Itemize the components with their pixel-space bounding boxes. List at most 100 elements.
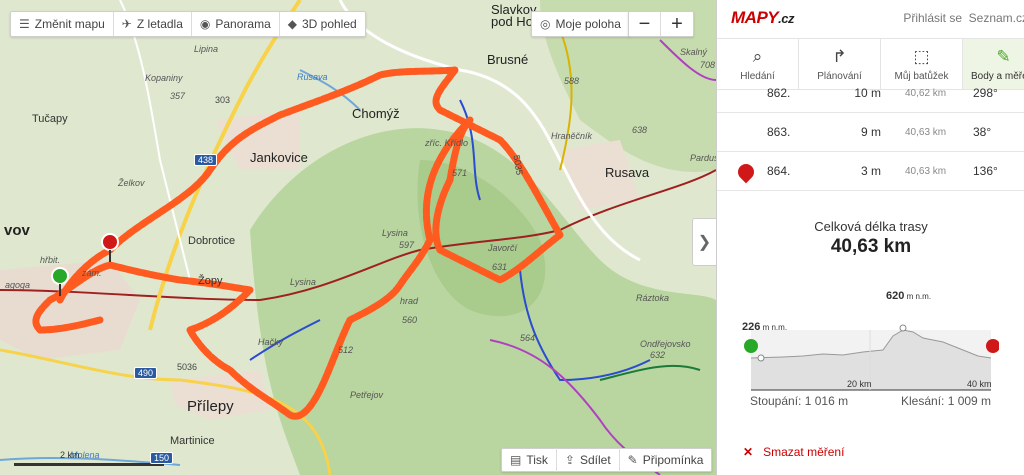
elevation-min-point <box>757 354 765 362</box>
change-map-button[interactable]: ☰ Změnit mapu <box>11 12 114 36</box>
row-total: 40,63 km <box>905 127 947 138</box>
printer-icon: ▤ <box>510 453 522 467</box>
road-white-west <box>119 0 191 281</box>
end-marker[interactable] <box>101 233 119 251</box>
row-distance: 9 m <box>860 125 881 139</box>
table-row[interactable]: 864. 3 m 40,63 km 136° <box>717 152 1024 191</box>
elevation-max-value: 620 <box>886 290 905 302</box>
height-357: 357 <box>170 91 186 101</box>
label-tucapy: Tučapy <box>32 113 68 125</box>
label-zric-kridlo: zříc. Křídlo <box>425 138 469 148</box>
ascent-value: Stoupání: 1 016 m <box>750 394 849 408</box>
from-plane-button[interactable]: ✈ Z letadla <box>114 12 192 36</box>
share-icon: ⇪ <box>564 453 575 467</box>
row-distance: 3 m <box>860 164 881 178</box>
height-564: 564 <box>520 333 536 343</box>
row-index: 862. <box>767 86 791 100</box>
road-number-150: 150 <box>150 452 174 464</box>
label-zelkov: Želkov <box>118 178 145 188</box>
panorama-button[interactable]: ◉ Panorama <box>192 12 280 36</box>
label-ondrejovsko: Ondřejovsko <box>640 339 691 349</box>
end-pin-icon <box>734 160 758 184</box>
label-dobrotice: Dobrotice <box>188 235 236 247</box>
row-angle: 136° <box>973 164 998 178</box>
elevation-max-unit: m n.m. <box>906 292 932 301</box>
label-skalny: Skalný <box>680 47 708 57</box>
label-javorci: Javorčí <box>488 243 518 253</box>
label-hrbit: hřbit. <box>40 255 61 265</box>
scale-label: 2 km <box>60 450 80 460</box>
my-location-label: Moje poloha <box>555 17 621 31</box>
seznam-link[interactable]: Seznam.cz <box>969 11 1024 25</box>
search-icon: ⌕ <box>752 46 763 66</box>
layers-icon: ☰ <box>19 17 30 31</box>
feedback-button[interactable]: ✎ Připomínka <box>620 448 712 472</box>
target-icon: ◎ <box>540 17 551 31</box>
delete-measurement-button[interactable]: ✕ Smazat měření <box>743 445 844 459</box>
panorama-label: Panorama <box>215 17 271 31</box>
label-vov: vov <box>4 222 30 239</box>
road-number-5036: 5036 <box>177 362 198 372</box>
road-number-438: 438 <box>194 154 218 166</box>
total-length-label: Celková délka trasy <box>814 219 928 234</box>
backpack-icon: ⬚ <box>913 46 930 66</box>
start-marker[interactable] <box>51 267 69 285</box>
height-632: 632 <box>650 350 666 360</box>
label-hacky: Hačky <box>258 337 284 347</box>
elevation-tick-40: 40 km <box>967 379 992 389</box>
row-angle: 38° <box>973 125 992 139</box>
close-icon: ✕ <box>743 445 754 459</box>
start-pin-icon <box>744 339 758 353</box>
row-index: 863. <box>767 125 791 139</box>
login-link[interactable]: Přihlásit se <box>903 11 962 25</box>
label-lysina-small: Lysina <box>290 277 316 287</box>
feedback-label: Připomínka <box>642 453 704 467</box>
logo-text: MAPY <box>731 8 779 27</box>
label-rusava-river: Rusava <box>297 72 328 82</box>
table-row[interactable]: 863. 9 m 40,63 km 38° <box>717 113 1024 152</box>
map-canvas[interactable]: Slavkov pod Hostýnem Brusné Chomýž Janko… <box>0 0 716 475</box>
pencil-icon: ✎ <box>627 453 638 467</box>
share-label: Sdílet <box>579 453 611 467</box>
label-hranecnik: Hraněčník <box>551 131 593 141</box>
label-hrad: hrad <box>400 296 419 306</box>
print-button[interactable]: ▤ Tisk <box>502 448 557 472</box>
height-560: 560 <box>402 315 418 325</box>
elevation-max-label: 620 m n.m. <box>886 290 931 302</box>
3d-view-button[interactable]: ◆ 3D pohled <box>280 12 365 36</box>
side-panel: MAPY.cz Přihlásit se Seznam.cz ⌕ Hledání … <box>716 0 1024 475</box>
mapy-logo[interactable]: MAPY.cz <box>731 8 794 28</box>
3d-view-label: 3D pohled <box>301 17 357 31</box>
total-length-value: 40,63 km <box>830 236 912 257</box>
print-label: Tisk <box>526 453 548 467</box>
height-512: 512 <box>338 345 354 355</box>
change-map-label: Změnit mapu <box>34 17 105 31</box>
height-708: 708 <box>700 60 716 70</box>
collapse-panel-button[interactable]: ❯ <box>692 218 716 266</box>
label-brusne: Brusné <box>487 52 529 67</box>
label-martinice: Martinice <box>170 435 215 447</box>
row-total: 40,63 km <box>905 166 947 177</box>
label-lipina: Lipina <box>194 44 219 54</box>
height-571: 571 <box>452 168 468 178</box>
my-location-button[interactable]: ◎ Moje poloha <box>531 11 630 37</box>
label-kopaniny: Kopaniny <box>145 73 183 83</box>
share-button[interactable]: ⇪ Sdílet <box>557 448 620 472</box>
zoom-in-button[interactable]: + <box>661 12 693 36</box>
elevation-tick-20: 20 km <box>847 379 872 389</box>
row-total: 40,62 km <box>905 88 947 99</box>
road-number-303: 303 <box>215 95 231 105</box>
delete-measurement-label: Smazat měření <box>763 445 845 459</box>
label-chomyz: Chomýž <box>352 106 400 121</box>
label-synagoga: agoga <box>5 280 31 290</box>
ruler-icon: ✎ <box>996 46 1011 66</box>
zoom-out-button[interactable]: − <box>629 12 661 36</box>
descent-value: Klesání: 1 009 m <box>901 394 992 408</box>
label-pardus: Pardus <box>690 153 716 163</box>
map-background <box>0 0 716 475</box>
label-prilepy: Přílepy <box>187 398 234 415</box>
table-row[interactable]: 862. 10 m 40,62 km 298° <box>717 74 1024 113</box>
road-number-490: 490 <box>134 367 158 379</box>
height-588: 588 <box>564 76 580 86</box>
map-bottom-toolbar: ▤ Tisk ⇪ Sdílet ✎ Připomínka <box>501 448 713 472</box>
